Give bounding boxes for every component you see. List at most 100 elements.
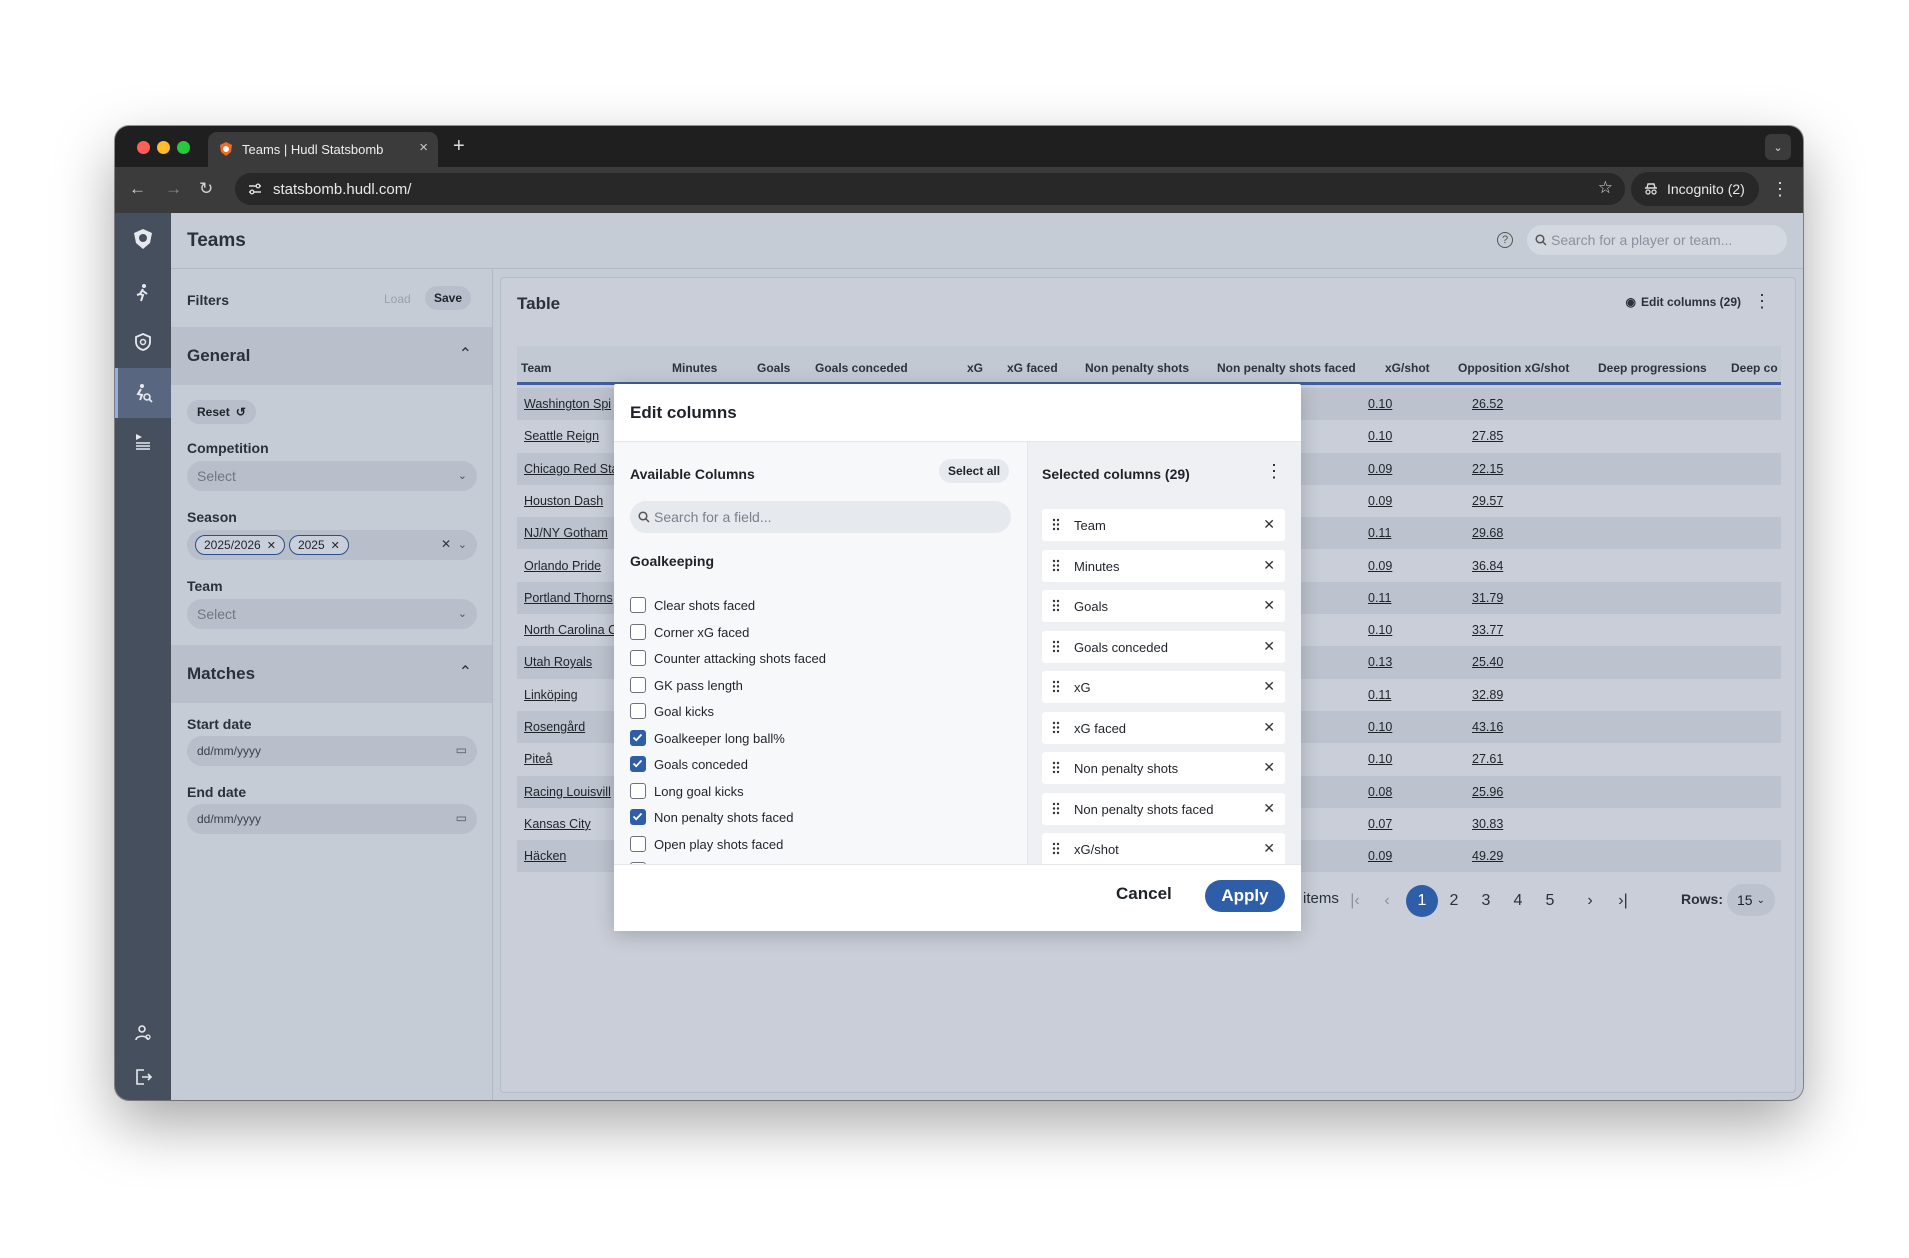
cell-value[interactable]: 36.84 (1472, 559, 1503, 573)
cell-value[interactable]: 0.11 (1368, 688, 1391, 702)
site-settings-icon[interactable] (247, 181, 263, 197)
cell-value[interactable]: 0.10 (1368, 752, 1392, 766)
team-link[interactable]: Seattle Reign (524, 429, 599, 443)
selected-column-item[interactable]: Team ✕ (1042, 509, 1285, 541)
column-option-label[interactable]: Goals conceded (654, 757, 748, 772)
cell-value[interactable]: 30.83 (1472, 817, 1503, 831)
column-checkbox[interactable] (630, 597, 646, 613)
clear-icon[interactable]: ✕ (441, 537, 451, 551)
column-header[interactable]: Non penalty shots faced (1217, 361, 1356, 375)
column-header[interactable]: Deep progressions (1598, 361, 1707, 375)
team-link[interactable]: NJ/NY Gotham (524, 526, 608, 540)
team-link[interactable]: Washington Spi (524, 397, 611, 411)
column-header[interactable]: Minutes (672, 361, 717, 375)
team-link[interactable]: Chicago Red Sta (524, 462, 619, 476)
cell-value[interactable]: 27.85 (1472, 429, 1503, 443)
remove-column-icon[interactable]: ✕ (1263, 800, 1275, 817)
remove-column-icon[interactable]: ✕ (1263, 678, 1275, 695)
apply-button[interactable]: Apply (1205, 880, 1285, 912)
page-button[interactable]: 2 (1438, 885, 1470, 917)
selected-column-item[interactable]: Goals conceded ✕ (1042, 630, 1285, 663)
column-checkbox[interactable] (630, 835, 646, 852)
column-checkbox[interactable] (630, 676, 646, 693)
cell-value[interactable]: 0.09 (1368, 462, 1392, 476)
column-header[interactable]: xG (967, 361, 983, 375)
cell-value[interactable]: 32.89 (1472, 688, 1503, 702)
drag-handle-icon[interactable] (1052, 802, 1060, 815)
remove-column-icon[interactable]: ✕ (1263, 719, 1275, 736)
remove-column-icon[interactable]: ✕ (1263, 597, 1275, 614)
cell-value[interactable]: 0.10 (1368, 623, 1392, 637)
playlist-icon[interactable] (131, 429, 155, 453)
column-checkbox[interactable] (630, 809, 646, 825)
column-checkbox[interactable] (630, 782, 646, 799)
cell-value[interactable]: 0.11 (1368, 526, 1391, 540)
column-option-label[interactable]: Goal kicks (654, 704, 714, 719)
selected-column-item[interactable]: Goals ✕ (1042, 590, 1285, 622)
cell-value[interactable]: 33.77 (1472, 623, 1503, 637)
column-option-label[interactable]: GK pass length (654, 678, 743, 693)
edit-columns-button[interactable]: ◉ Edit columns (29) (1626, 295, 1742, 309)
reload-icon[interactable]: ↻ (199, 179, 213, 199)
forward-icon[interactable]: → (165, 179, 182, 199)
close-window-button[interactable] (137, 141, 150, 154)
team-link[interactable]: Piteå (524, 752, 553, 766)
next-page-icon[interactable]: › (1574, 885, 1606, 917)
column-checkbox[interactable] (630, 756, 646, 772)
cell-value[interactable]: 0.08 (1368, 785, 1392, 799)
remove-column-icon[interactable]: ✕ (1263, 638, 1275, 655)
cell-value[interactable]: 0.13 (1368, 655, 1392, 669)
team-link[interactable]: Utah Royals (524, 655, 592, 669)
team-link[interactable]: Kansas City (524, 817, 591, 831)
remove-column-icon[interactable]: ✕ (1263, 759, 1275, 776)
statsbomb-logo-icon[interactable] (131, 227, 155, 251)
matches-section-header[interactable]: Matches ⌃ (171, 645, 492, 703)
cell-value[interactable]: 0.09 (1368, 849, 1392, 863)
drag-handle-icon[interactable] (1052, 559, 1060, 572)
new-tab-icon[interactable]: + (453, 135, 465, 158)
calendar-icon[interactable]: ▭ (456, 811, 467, 825)
column-option-label[interactable]: Long goal kicks (654, 784, 744, 799)
save-button[interactable]: Save (425, 286, 472, 310)
last-page-icon[interactable]: ›| (1607, 885, 1639, 917)
season-select[interactable]: 2025/2026 ✕ 2025 ✕ ✕ ⌄ (187, 530, 477, 560)
cell-value[interactable]: 0.07 (1368, 817, 1392, 831)
team-link[interactable]: Portland Thorns (524, 591, 613, 605)
selected-column-item[interactable]: Non penalty shots ✕ (1042, 752, 1285, 784)
column-header[interactable]: Deep co (1731, 361, 1778, 375)
column-header[interactable]: xG/shot (1385, 361, 1430, 375)
selected-column-item[interactable]: xG ✕ (1042, 671, 1285, 703)
selected-column-item[interactable]: Minutes ✕ (1042, 549, 1285, 582)
column-header[interactable]: Non penalty shots (1085, 361, 1189, 375)
drag-handle-icon[interactable] (1052, 842, 1060, 855)
global-search-input[interactable]: Search for a player or team... (1527, 225, 1787, 255)
drag-handle-icon[interactable] (1052, 640, 1060, 653)
column-option-label[interactable]: Goalkeeper long ball% (654, 731, 785, 746)
column-checkbox[interactable] (630, 650, 646, 666)
drag-handle-icon[interactable] (1052, 761, 1060, 774)
remove-column-icon[interactable]: ✕ (1263, 840, 1275, 857)
general-section-header[interactable]: General ⌃ (171, 327, 492, 385)
drag-handle-icon[interactable] (1052, 721, 1060, 734)
cell-value[interactable]: 27.61 (1472, 752, 1503, 766)
selected-column-item[interactable]: Non penalty shots faced ✕ (1042, 792, 1285, 825)
team-link[interactable]: Linköping (524, 688, 578, 702)
team-link[interactable]: Houston Dash (524, 494, 603, 508)
browser-menu-icon[interactable]: ⋮ (1771, 179, 1789, 200)
cell-value[interactable]: 26.52 (1472, 397, 1503, 411)
rows-per-page-select[interactable]: 15 ⌄ (1727, 884, 1775, 916)
page-button[interactable]: 1 (1406, 885, 1438, 917)
drag-handle-icon[interactable] (1052, 599, 1060, 612)
close-tab-icon[interactable]: × (419, 139, 428, 156)
team-link[interactable]: Racing Louisvill (524, 785, 611, 799)
logout-icon[interactable] (131, 1065, 155, 1089)
browser-tab[interactable]: Teams | Hudl Statsbomb × (208, 132, 438, 167)
column-header[interactable]: Goals (757, 361, 790, 375)
column-checkbox[interactable] (630, 729, 646, 746)
back-icon[interactable]: ← (129, 179, 146, 199)
page-button[interactable]: 4 (1502, 885, 1534, 917)
load-button[interactable]: Load (384, 292, 411, 306)
drag-handle-icon[interactable] (1052, 680, 1060, 693)
column-checkbox[interactable] (630, 703, 646, 719)
prev-page-icon[interactable]: ‹ (1371, 885, 1403, 917)
